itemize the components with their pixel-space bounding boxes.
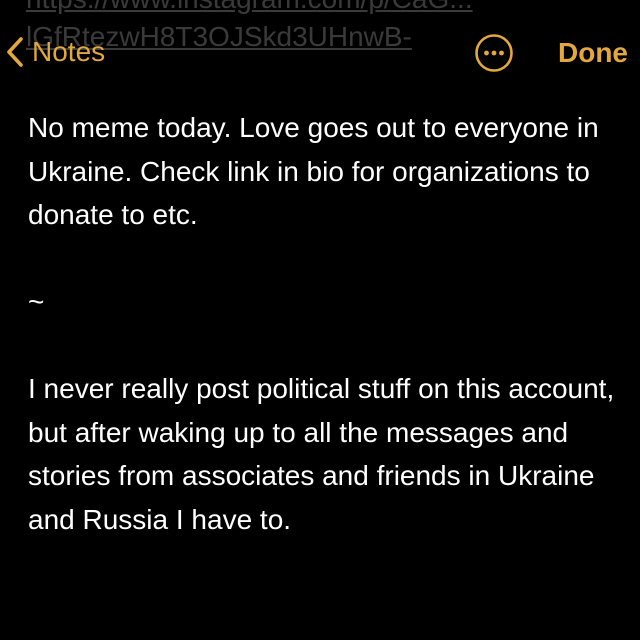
back-button-label: Notes [32, 36, 106, 67]
navigation-bar: https://www.instagram.com/p/CaG... lGfRt… [0, 0, 640, 100]
note-paragraph-1: No meme today. Love goes out to everyone… [28, 112, 607, 230]
back-to-notes-button[interactable]: Notes [0, 28, 140, 76]
chevron-left-icon [0, 28, 32, 76]
note-paragraph-2: I never really post political stuff on t… [28, 373, 623, 535]
note-separator: ~ [28, 286, 45, 317]
scrolled-link-line-1[interactable]: https://www.instagram.com/p/CaG... [26, 0, 586, 18]
ellipsis-circle-icon [475, 34, 513, 72]
note-text-editor[interactable]: No meme today. Love goes out to everyone… [28, 106, 618, 541]
more-options-button[interactable] [474, 33, 514, 73]
done-button[interactable]: Done [548, 32, 638, 74]
